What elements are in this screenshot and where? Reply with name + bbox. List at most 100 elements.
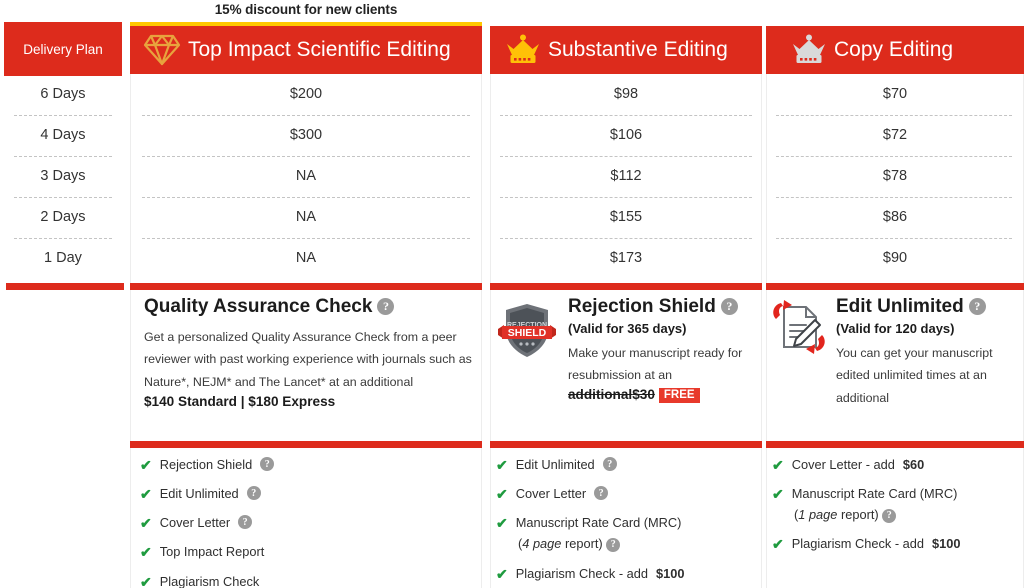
feature-label: Edit Unlimited: [159, 486, 239, 502]
feature-label: Cover Letter - add: [791, 457, 895, 472]
check-icon: ✔: [772, 457, 784, 473]
check-icon: ✔: [496, 486, 508, 503]
addon-quality-assurance-check: Quality Assurance Check ? Get a personal…: [144, 296, 484, 409]
pricing-table: 15% discount for new clients Delivery Pl…: [0, 0, 1024, 588]
addon-strike-price: $30: [632, 387, 655, 402]
row-divider: [14, 238, 112, 239]
help-icon[interactable]: ?: [246, 486, 261, 501]
row-divider: [14, 197, 112, 198]
feature-label: Plagiarism Check: [159, 573, 260, 588]
price-cell: $72: [882, 127, 908, 143]
section-divider: [130, 441, 482, 448]
section-divider: [766, 283, 1024, 290]
delivery-plan-row: 1 Day: [44, 250, 82, 266]
feature-item: ✔ Cover Letter - add $60: [772, 457, 1022, 474]
row-divider: [142, 197, 470, 198]
addon-rejection-shield: REJECTION SHIELD Rejection Shield ? (Val…: [496, 296, 762, 403]
help-icon[interactable]: ?: [882, 508, 897, 523]
help-icon[interactable]: ?: [260, 457, 275, 471]
feature-item: ✔ Plagiarism Check - add $100: [496, 566, 758, 583]
feature-label: Manuscript Rate Card (MRC): [791, 486, 958, 502]
help-icon[interactable]: ?: [238, 515, 253, 530]
price-cell: NA: [295, 250, 317, 266]
section-divider: [490, 283, 762, 290]
price-cell: $90: [882, 250, 908, 266]
row-divider: [776, 156, 1012, 157]
feature-item: ✔ Manuscript Rate Card (MRC): [772, 486, 1022, 503]
delivery-plan-header: Delivery Plan: [4, 22, 122, 76]
help-icon[interactable]: ?: [606, 537, 621, 552]
svg-text:SHIELD: SHIELD: [508, 327, 547, 339]
check-icon: ✔: [140, 573, 152, 588]
plan-header-top-impact-scientific-editing[interactable]: Top Impact Scientific Editing: [130, 26, 482, 74]
row-divider: [500, 197, 752, 198]
price-cell: $78: [882, 168, 908, 184]
feature-item: ✔ Manuscript Rate Card (MRC): [496, 515, 758, 532]
row-divider: [776, 197, 1012, 198]
addon-description-text: You can get your manuscript edited unlim…: [836, 345, 993, 405]
feature-item: ✔ Rejection Shield ?: [140, 457, 480, 474]
check-icon: ✔: [140, 486, 152, 503]
addon-title: Quality Assurance Check: [144, 296, 373, 317]
plan-title: Copy Editing: [834, 38, 954, 61]
promo-banner: 15% discount for new clients: [214, 2, 398, 17]
check-icon: ✔: [772, 486, 784, 503]
feature-item: ✔ Top Impact Report: [140, 544, 480, 561]
diamond-icon: [140, 33, 184, 67]
delivery-plan-row: 6 Days: [40, 86, 86, 102]
feature-label: Cover Letter: [159, 515, 231, 531]
addon-validity: (Valid for 120 days): [836, 320, 955, 336]
row-divider: [776, 115, 1012, 116]
addon-price: $140 Standard | $180 Express: [144, 393, 336, 409]
price-cell: $86: [882, 209, 908, 225]
section-divider: [490, 441, 762, 448]
plan-title: Top Impact Scientific Editing: [188, 38, 451, 61]
feature-item: ✔ Plagiarism Check: [140, 574, 480, 588]
help-icon[interactable]: ?: [377, 298, 395, 316]
price-cell: $98: [613, 86, 639, 102]
price-cell: NA: [295, 209, 317, 225]
addon-price-row: additional$30 FREE: [568, 387, 762, 403]
feature-amount: $60: [902, 457, 925, 472]
feature-list-plan-3: ✔ Cover Letter - add $60 ✔ Manuscript Ra…: [772, 457, 1022, 566]
free-badge: FREE: [658, 387, 700, 403]
addon-title-row: Edit Unlimited ?: [836, 296, 1024, 318]
addon-description: You can get your manuscript edited unlim…: [836, 342, 1024, 410]
delivery-plan-row: 3 Days: [40, 168, 86, 184]
feature-subline-emphasis: 1 page: [798, 507, 838, 523]
help-icon[interactable]: ?: [594, 486, 609, 501]
feature-item: ✔ Cover Letter ?: [496, 486, 758, 503]
feature-label: Top Impact Report: [159, 544, 265, 560]
feature-subline-tail: report): [564, 536, 603, 552]
check-icon: ✔: [496, 515, 508, 532]
gold-crown-icon: [502, 34, 544, 66]
addon-title-row: Quality Assurance Check ?: [144, 296, 484, 318]
addon-title: Rejection Shield: [568, 296, 716, 317]
help-icon[interactable]: ?: [602, 457, 617, 471]
row-divider: [776, 238, 1012, 239]
price-cell: NA: [295, 168, 317, 184]
row-divider: [500, 156, 752, 157]
price-cell: $112: [610, 168, 642, 184]
feature-subline-tail: report): [840, 507, 879, 523]
feature-subline: (4 page report) ?: [518, 536, 758, 553]
addon-description: Make your manuscript ready for resubmiss…: [568, 345, 743, 383]
addon-title-row: Rejection Shield ?: [568, 296, 762, 318]
price-cell: $300: [289, 127, 323, 143]
feature-subline: (1 page report) ?: [794, 507, 1022, 524]
check-icon: ✔: [496, 457, 508, 473]
help-icon[interactable]: ?: [720, 298, 738, 316]
price-cell: $173: [609, 250, 643, 266]
help-icon[interactable]: ?: [968, 298, 986, 316]
plan-header-substantive-editing[interactable]: Substantive Editing: [490, 26, 762, 74]
price-cell: $70: [882, 86, 908, 102]
row-divider: [14, 115, 112, 116]
delivery-plan-label: Delivery Plan: [23, 41, 103, 57]
feature-item: ✔ Plagiarism Check - add $100: [772, 536, 1022, 553]
plan-header-copy-editing[interactable]: Copy Editing: [766, 26, 1024, 74]
check-icon: ✔: [772, 536, 784, 553]
check-icon: ✔: [140, 544, 152, 561]
plan-title: Substantive Editing: [548, 38, 728, 61]
feature-label: Manuscript Rate Card (MRC): [515, 515, 682, 531]
feature-item: ✔ Edit Unlimited ?: [140, 486, 480, 503]
